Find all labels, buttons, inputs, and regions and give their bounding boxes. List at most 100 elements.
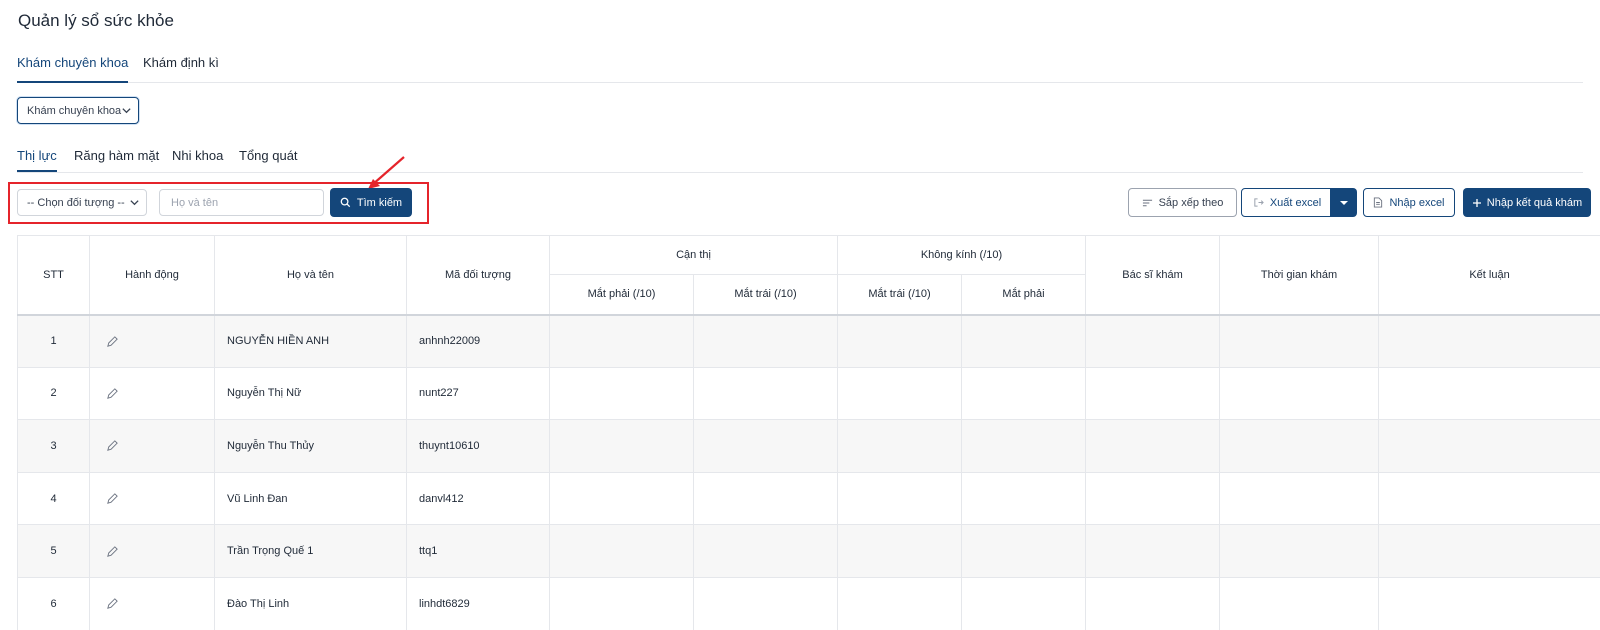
chevron-down-icon bbox=[130, 200, 139, 206]
cell-action bbox=[89, 471, 215, 526]
cell-code: ttq1 bbox=[406, 524, 550, 578]
header-noglass-right: Mắt phải bbox=[961, 274, 1087, 315]
search-icon bbox=[340, 197, 351, 208]
cell-stt: 1 bbox=[17, 314, 90, 368]
tab-tong-quat[interactable]: Tổng quát bbox=[239, 148, 298, 163]
table-row: 3 Nguyễn Thu Thủy thuynt10610 bbox=[17, 419, 1600, 473]
header-myopia-right: Mắt phải (/10) bbox=[549, 274, 694, 315]
tab-thi-luc[interactable]: Thị lực bbox=[17, 148, 57, 172]
cell-noglass-left bbox=[837, 524, 963, 578]
cell-name: Vũ Linh Đan bbox=[214, 471, 407, 526]
cell-stt: 4 bbox=[17, 471, 90, 526]
cell-myopia-right bbox=[549, 576, 694, 630]
table-row: 1 NGUYỄN HIỀN ANH anhnh22009 bbox=[17, 314, 1600, 368]
export-excel-label: Xuất excel bbox=[1269, 196, 1322, 209]
cell-time bbox=[1219, 471, 1380, 526]
pencil-icon[interactable] bbox=[106, 439, 119, 452]
subject-select-value: -- Chọn đối tượng -- bbox=[27, 196, 125, 209]
name-search-input[interactable] bbox=[159, 189, 324, 216]
cell-myopia-left bbox=[692, 366, 839, 421]
cell-action bbox=[89, 314, 215, 368]
cell-name: Nguyễn Thị Nữ bbox=[214, 366, 407, 421]
cell-noglass-right bbox=[961, 471, 1087, 526]
subject-select[interactable]: -- Chọn đối tượng -- bbox=[17, 189, 147, 216]
cell-stt: 6 bbox=[17, 576, 90, 630]
cell-stt: 2 bbox=[17, 366, 90, 421]
cell-doctor bbox=[1085, 524, 1221, 578]
cell-time bbox=[1219, 419, 1380, 473]
export-dropdown-toggle[interactable] bbox=[1330, 188, 1357, 217]
exam-type-select[interactable]: Khám chuyên khoa bbox=[17, 97, 139, 124]
header-code: Mã đối tượng bbox=[406, 235, 550, 315]
cell-myopia-right bbox=[549, 471, 694, 526]
export-icon bbox=[1254, 198, 1264, 207]
cell-noglass-left bbox=[837, 576, 963, 630]
cell-noglass-right bbox=[961, 366, 1087, 421]
cell-stt: 3 bbox=[17, 419, 90, 473]
cell-conclusion bbox=[1378, 314, 1600, 368]
sort-button-label: Sắp xếp theo bbox=[1158, 196, 1224, 209]
plus-icon bbox=[1472, 198, 1481, 207]
header-noglass-left: Mắt trái (/10) bbox=[837, 274, 963, 315]
cell-name: Nguyễn Thu Thủy bbox=[214, 419, 407, 473]
cell-time bbox=[1219, 314, 1380, 368]
table-row: 6 Đào Thị Linh linhdt6829 bbox=[17, 576, 1600, 630]
cell-name: Trần Trọng Quế 1 bbox=[214, 524, 407, 578]
search-button[interactable]: Tìm kiếm bbox=[330, 188, 412, 217]
cell-myopia-left bbox=[692, 524, 839, 578]
add-result-label: Nhập kết quả khám bbox=[1486, 196, 1583, 209]
pencil-icon[interactable] bbox=[106, 597, 119, 610]
cell-code: nunt227 bbox=[406, 366, 550, 421]
sort-button[interactable]: Sắp xếp theo bbox=[1128, 188, 1237, 217]
cell-name: Đào Thị Linh bbox=[214, 576, 407, 630]
cell-conclusion bbox=[1378, 366, 1600, 421]
cell-noglass-right bbox=[961, 314, 1087, 368]
chevron-down-icon bbox=[122, 108, 131, 114]
cell-doctor bbox=[1085, 576, 1221, 630]
cell-noglass-left bbox=[837, 314, 963, 368]
pencil-icon[interactable] bbox=[106, 387, 119, 400]
cell-action bbox=[89, 366, 215, 421]
page-title: Quản lý sổ sức khỏe bbox=[18, 11, 174, 30]
cell-action bbox=[89, 524, 215, 578]
import-excel-label: Nhập excel bbox=[1389, 196, 1445, 209]
cell-conclusion bbox=[1378, 524, 1600, 578]
import-excel-button[interactable]: Nhập excel bbox=[1363, 188, 1455, 217]
cell-conclusion bbox=[1378, 576, 1600, 630]
cell-code: danvl412 bbox=[406, 471, 550, 526]
cell-code: thuynt10610 bbox=[406, 419, 550, 473]
pencil-icon[interactable] bbox=[106, 335, 119, 348]
tabs-sub: Thị lực Răng hàm mặt Nhi khoa Tổng quát bbox=[17, 146, 1583, 173]
import-file-icon bbox=[1374, 197, 1383, 208]
table-row: 2 Nguyễn Thị Nữ nunt227 bbox=[17, 366, 1600, 421]
cell-myopia-left bbox=[692, 576, 839, 630]
cell-noglass-right bbox=[961, 524, 1087, 578]
add-result-button[interactable]: Nhập kết quả khám bbox=[1463, 188, 1591, 217]
pencil-icon[interactable] bbox=[106, 492, 119, 505]
cell-myopia-left bbox=[692, 419, 839, 473]
cell-myopia-left bbox=[692, 471, 839, 526]
tab-kham-chuyen-khoa[interactable]: Khám chuyên khoa bbox=[17, 55, 129, 83]
header-no-glasses: Không kính (/10) bbox=[837, 235, 1087, 275]
cell-doctor bbox=[1085, 419, 1221, 473]
tab-rang-ham-mat[interactable]: Răng hàm mặt bbox=[74, 148, 159, 163]
cell-myopia-right bbox=[549, 419, 694, 473]
cell-doctor bbox=[1085, 471, 1221, 526]
cell-myopia-right bbox=[549, 314, 694, 368]
cell-doctor bbox=[1085, 314, 1221, 368]
tab-nhi-khoa[interactable]: Nhi khoa bbox=[172, 148, 223, 163]
header-conclusion: Kết luận bbox=[1378, 235, 1600, 315]
pencil-icon[interactable] bbox=[106, 545, 119, 558]
search-button-label: Tìm kiếm bbox=[356, 196, 403, 209]
tabs-top: Khám chuyên khoa Khám định kì bbox=[17, 53, 1583, 83]
table-row: 5 Trần Trọng Quế 1 ttq1 bbox=[17, 524, 1600, 578]
header-stt: STT bbox=[17, 235, 90, 315]
header-action: Hành động bbox=[89, 235, 215, 315]
cell-action bbox=[89, 419, 215, 473]
cell-noglass-left bbox=[837, 419, 963, 473]
exam-type-select-value: Khám chuyên khoa bbox=[27, 104, 122, 117]
tab-kham-dinh-ki[interactable]: Khám định kì bbox=[143, 55, 219, 70]
cell-doctor bbox=[1085, 366, 1221, 421]
cell-noglass-right bbox=[961, 419, 1087, 473]
export-excel-button[interactable]: Xuất excel bbox=[1241, 188, 1333, 217]
